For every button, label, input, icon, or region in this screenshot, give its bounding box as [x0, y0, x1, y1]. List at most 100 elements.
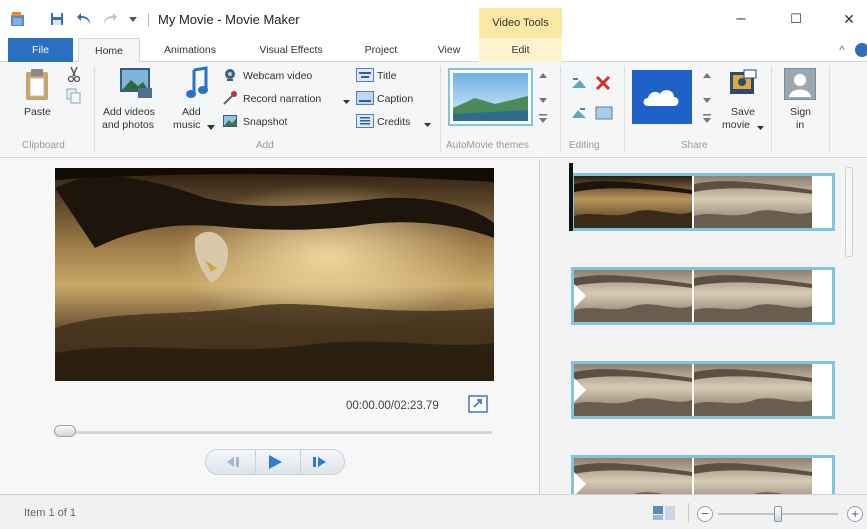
paste-label[interactable]: Paste — [24, 106, 51, 118]
tab-file[interactable]: File — [8, 38, 73, 62]
item-count-text: Item 1 of 1 — [24, 507, 76, 519]
add-music-label-line1[interactable]: Add — [182, 106, 201, 118]
window-title: My Movie - Movie Maker — [158, 12, 300, 27]
webcam-video-label[interactable]: Webcam video — [243, 70, 312, 82]
title-label[interactable]: Title — [377, 70, 396, 82]
music-note-icon[interactable] — [184, 66, 210, 100]
close-button[interactable]: ✕ — [831, 6, 867, 32]
previous-frame-icon[interactable] — [224, 456, 242, 468]
clip-thumbnail — [694, 364, 812, 416]
rotate-right-icon[interactable] — [570, 106, 588, 120]
seek-bar[interactable] — [56, 431, 492, 434]
automovie-themes-group-label: AutoMovie themes — [446, 140, 529, 151]
storyboard-playhead[interactable] — [569, 163, 573, 231]
select-all-icon[interactable] — [595, 106, 613, 120]
divider — [688, 503, 689, 523]
group-divider — [624, 66, 625, 152]
group-divider — [560, 66, 561, 152]
clip-start-marker — [574, 472, 586, 494]
movie-maker-app-icon[interactable] — [10, 10, 28, 28]
cut-icon[interactable] — [66, 66, 82, 83]
ribbon: Paste Clipboard Add videos and photos Ad… — [0, 62, 867, 158]
storyboard-scrollbar[interactable] — [845, 167, 853, 257]
clip-end-marker — [822, 270, 832, 322]
fullscreen-button[interactable] — [468, 395, 488, 413]
customize-quick-access-dropdown-icon[interactable] — [124, 10, 142, 28]
minimize-button[interactable]: – — [723, 6, 759, 32]
storyboard-clip[interactable] — [571, 455, 835, 494]
rotate-left-icon[interactable] — [570, 76, 588, 90]
seek-bar-thumb[interactable] — [54, 425, 76, 437]
group-divider — [440, 66, 441, 152]
add-music-label-line2[interactable]: music — [173, 119, 200, 131]
copy-icon[interactable] — [66, 88, 82, 104]
preview-pane: 00:00.00/02:23.79 — [0, 159, 540, 494]
zoom-out-button[interactable]: − — [697, 506, 713, 522]
save-movie-icon[interactable] — [728, 68, 758, 98]
clip-end-marker — [822, 458, 832, 494]
sign-in-label-line2[interactable]: in — [796, 119, 804, 131]
sign-in-icon[interactable] — [784, 68, 816, 100]
thumbnail-size-icon[interactable] — [652, 504, 676, 522]
divider — [300, 450, 301, 474]
snapshot-label[interactable]: Snapshot — [243, 116, 287, 128]
share-scroll-icon[interactable] — [701, 68, 713, 128]
add-music-dropdown-icon[interactable] — [207, 122, 215, 130]
save-icon[interactable] — [48, 10, 66, 28]
automovie-theme-thumbnail[interactable] — [448, 68, 533, 126]
clip-end-marker — [822, 364, 832, 416]
redo-icon[interactable] — [100, 10, 118, 28]
storyboard-pane — [541, 159, 867, 494]
clip-start-marker — [574, 378, 586, 402]
record-narration-label[interactable]: Record narration — [243, 93, 321, 105]
add-group-label: Add — [256, 140, 274, 151]
caption-label[interactable]: Caption — [377, 93, 413, 105]
tab-visual-effects[interactable]: Visual Effects — [248, 38, 334, 62]
storyboard-clip[interactable] — [571, 267, 835, 325]
zoom-in-button[interactable]: + — [847, 506, 863, 522]
microphone-icon[interactable] — [222, 91, 238, 105]
save-movie-label-line1[interactable]: Save — [731, 106, 755, 118]
zoom-slider-thumb[interactable] — [774, 506, 782, 522]
webcam-icon[interactable] — [222, 68, 238, 82]
remove-icon[interactable] — [594, 74, 612, 92]
undo-icon[interactable] — [76, 10, 94, 28]
add-videos-label-line1[interactable]: Add videos — [103, 106, 155, 118]
share-group-label: Share — [681, 140, 708, 151]
video-tools-context-label: Video Tools — [479, 8, 562, 38]
clip-thumbnail — [574, 458, 692, 494]
collapse-ribbon-button[interactable]: ^ — [835, 38, 849, 62]
sign-in-label-line1[interactable]: Sign — [790, 106, 811, 118]
add-videos-photos-icon[interactable] — [118, 66, 154, 100]
save-movie-dropdown-icon[interactable] — [757, 122, 764, 130]
credits-dropdown-icon[interactable] — [424, 119, 431, 127]
caption-icon[interactable] — [356, 91, 374, 105]
themes-scroll-icon[interactable] — [537, 68, 549, 128]
title-icon[interactable] — [356, 68, 374, 82]
tab-edit[interactable]: Edit — [479, 38, 562, 62]
save-movie-label-line2[interactable]: movie — [722, 119, 750, 131]
ribbon-tab-row: File Home Animations Visual Effects Proj… — [0, 38, 867, 63]
next-frame-icon[interactable] — [310, 456, 330, 468]
paste-icon[interactable] — [24, 68, 52, 102]
video-preview[interactable] — [55, 168, 494, 381]
tab-home[interactable]: Home — [78, 38, 140, 63]
tab-animations[interactable]: Animations — [150, 38, 230, 62]
help-icon[interactable] — [855, 43, 867, 57]
record-narration-dropdown-icon[interactable] — [343, 96, 350, 104]
tab-view[interactable]: View — [428, 38, 470, 62]
group-divider — [94, 66, 95, 152]
clip-thumbnail — [574, 270, 692, 322]
add-videos-label-line2[interactable]: and photos — [102, 119, 154, 131]
group-divider — [771, 66, 772, 152]
storyboard-clip[interactable] — [571, 173, 835, 231]
tab-project[interactable]: Project — [352, 38, 410, 62]
credits-icon[interactable] — [356, 114, 374, 128]
storyboard-clip[interactable] — [571, 361, 835, 419]
snapshot-icon[interactable] — [222, 114, 238, 128]
play-icon[interactable] — [266, 454, 284, 470]
clip-thumbnail — [694, 176, 812, 228]
maximize-button[interactable]: ☐ — [778, 6, 814, 32]
onedrive-icon[interactable] — [632, 70, 692, 124]
credits-label[interactable]: Credits — [377, 116, 410, 128]
